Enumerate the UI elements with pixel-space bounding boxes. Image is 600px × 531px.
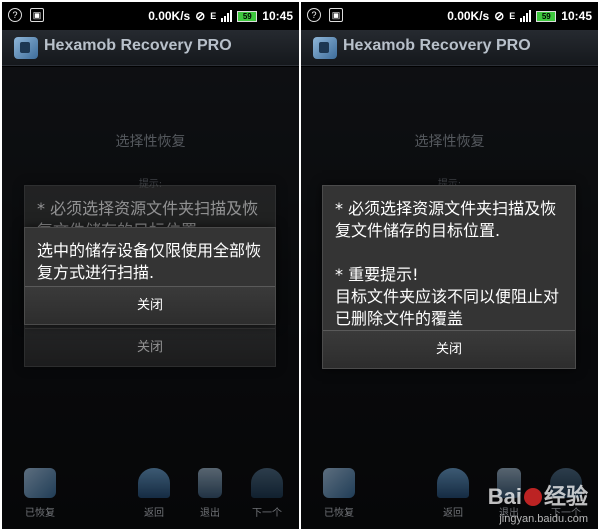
watermark-url: jingyan.baidu.com [499,513,588,525]
battery-icon: 59 [237,10,258,22]
status-bar: ? ▣ 0.00K/s ⊘ E 59 10:45 [301,2,598,30]
main-content: 选择性恢复 提示: 已恢复 返回 退出 下一个 * 必须选择资源文件夹扫描及 [2,67,299,529]
mute-icon: ⊘ [195,9,206,23]
clock: 10:45 [561,9,592,23]
signal-icon [221,10,233,22]
status-bar: ? ▣ 0.00K/s ⊘ E 59 10:45 [2,2,299,30]
close-button[interactable]: 关闭 [323,330,575,368]
wifi-question-icon: ? [307,8,321,22]
important-notice-message: * 必须选择资源文件夹扫描及恢复文件储存的目标位置. * 重要提示! 目标文件夹… [335,199,560,328]
storage-warning-message: 选中的储存设备仅限使用全部恢复方式进行扫描. [37,241,262,282]
baidu-watermark: Bai 经验 jingyan.baidu.com [488,479,588,525]
paw-icon [523,488,542,506]
important-notice-dialog: * 必须选择资源文件夹扫描及恢复文件储存的目标位置. * 重要提示! 目标文件夹… [322,185,576,369]
app-logo-icon [14,37,38,59]
network-speed: 0.00K/s [447,9,490,23]
image-icon: ▣ [30,8,44,22]
wifi-question-icon: ? [8,8,22,22]
storage-warning-dialog: 选中的储存设备仅限使用全部恢复方式进行扫描. 关闭 [24,227,276,325]
network-type: E [210,11,217,21]
network-speed: 0.00K/s [148,9,191,23]
image-icon: ▣ [329,8,343,22]
background-close-button[interactable]: 关闭 [25,328,275,366]
app-title-bar: Hexamob Recovery PRO [301,30,598,66]
app-logo-icon [313,37,337,59]
baidu-logo: Bai 经验 [487,484,588,509]
signal-icon [520,10,532,22]
app-title-bar: Hexamob Recovery PRO [2,30,299,66]
clock: 10:45 [262,9,293,23]
mute-icon: ⊘ [494,9,505,23]
app-title: Hexamob Recovery PRO [44,37,232,54]
phone-screen-left: ? ▣ 0.00K/s ⊘ E 59 10:45 Hexamob Recover… [2,2,299,529]
phone-screen-right: ? ▣ 0.00K/s ⊘ E 59 10:45 Hexamob Recover… [301,2,598,529]
battery-icon: 59 [536,10,557,22]
app-title: Hexamob Recovery PRO [343,37,531,54]
main-content: 选择性恢复 提示: 已恢复 返回 退出 下一个 * 必须选择资源文件夹扫描及恢复… [301,67,598,529]
network-type: E [509,11,516,21]
close-button[interactable]: 关闭 [25,286,275,324]
